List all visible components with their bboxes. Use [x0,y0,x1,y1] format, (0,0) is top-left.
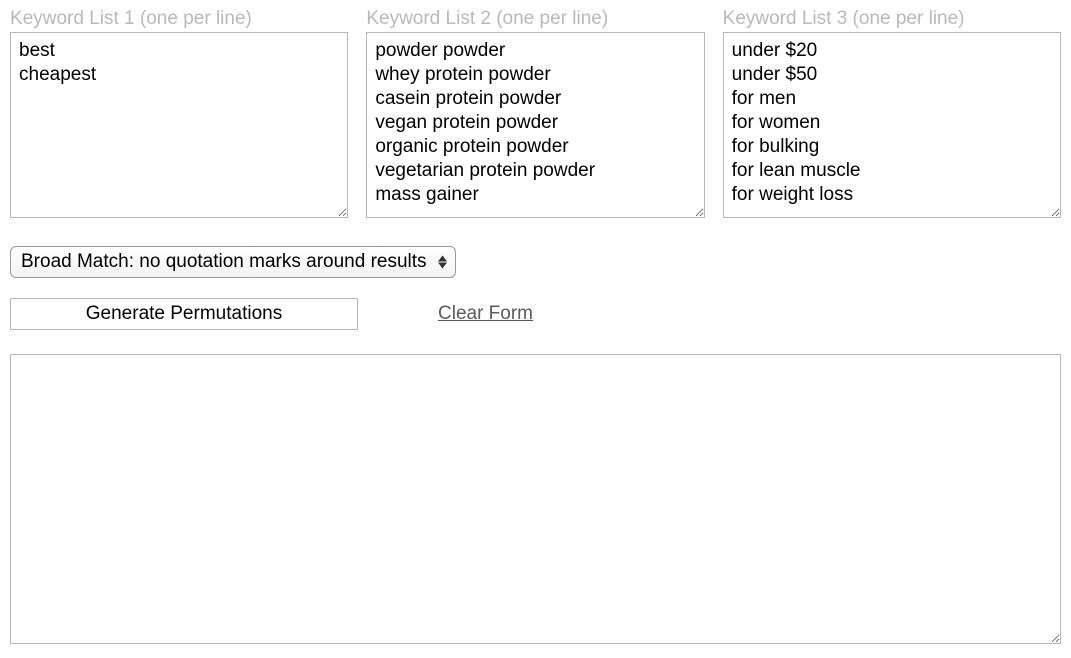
keyword-list-1-col: Keyword List 1 (one per line) [10,8,348,218]
match-type-select[interactable]: Broad Match: no quotation marks around r… [10,246,456,278]
clear-form-link[interactable]: Clear Form [438,303,533,325]
match-type-selected-label: Broad Match: no quotation marks around r… [21,251,427,272]
keyword-lists-row: Keyword List 1 (one per line) Keyword Li… [10,8,1061,218]
keyword-list-1-label: Keyword List 1 (one per line) [10,8,348,30]
select-arrows-icon [438,256,447,269]
keyword-list-3-input[interactable] [723,32,1061,218]
keyword-list-3-label: Keyword List 3 (one per line) [723,8,1061,30]
generate-permutations-button[interactable]: Generate Permutations [10,298,358,330]
keyword-list-1-input[interactable] [10,32,348,218]
results-output[interactable] [10,354,1061,644]
keyword-list-2-label: Keyword List 2 (one per line) [366,8,704,30]
keyword-list-3-col: Keyword List 3 (one per line) [723,8,1061,218]
keyword-list-2-input[interactable] [366,32,704,218]
keyword-list-2-col: Keyword List 2 (one per line) [366,8,704,218]
action-row: Generate Permutations Clear Form [10,298,1061,330]
